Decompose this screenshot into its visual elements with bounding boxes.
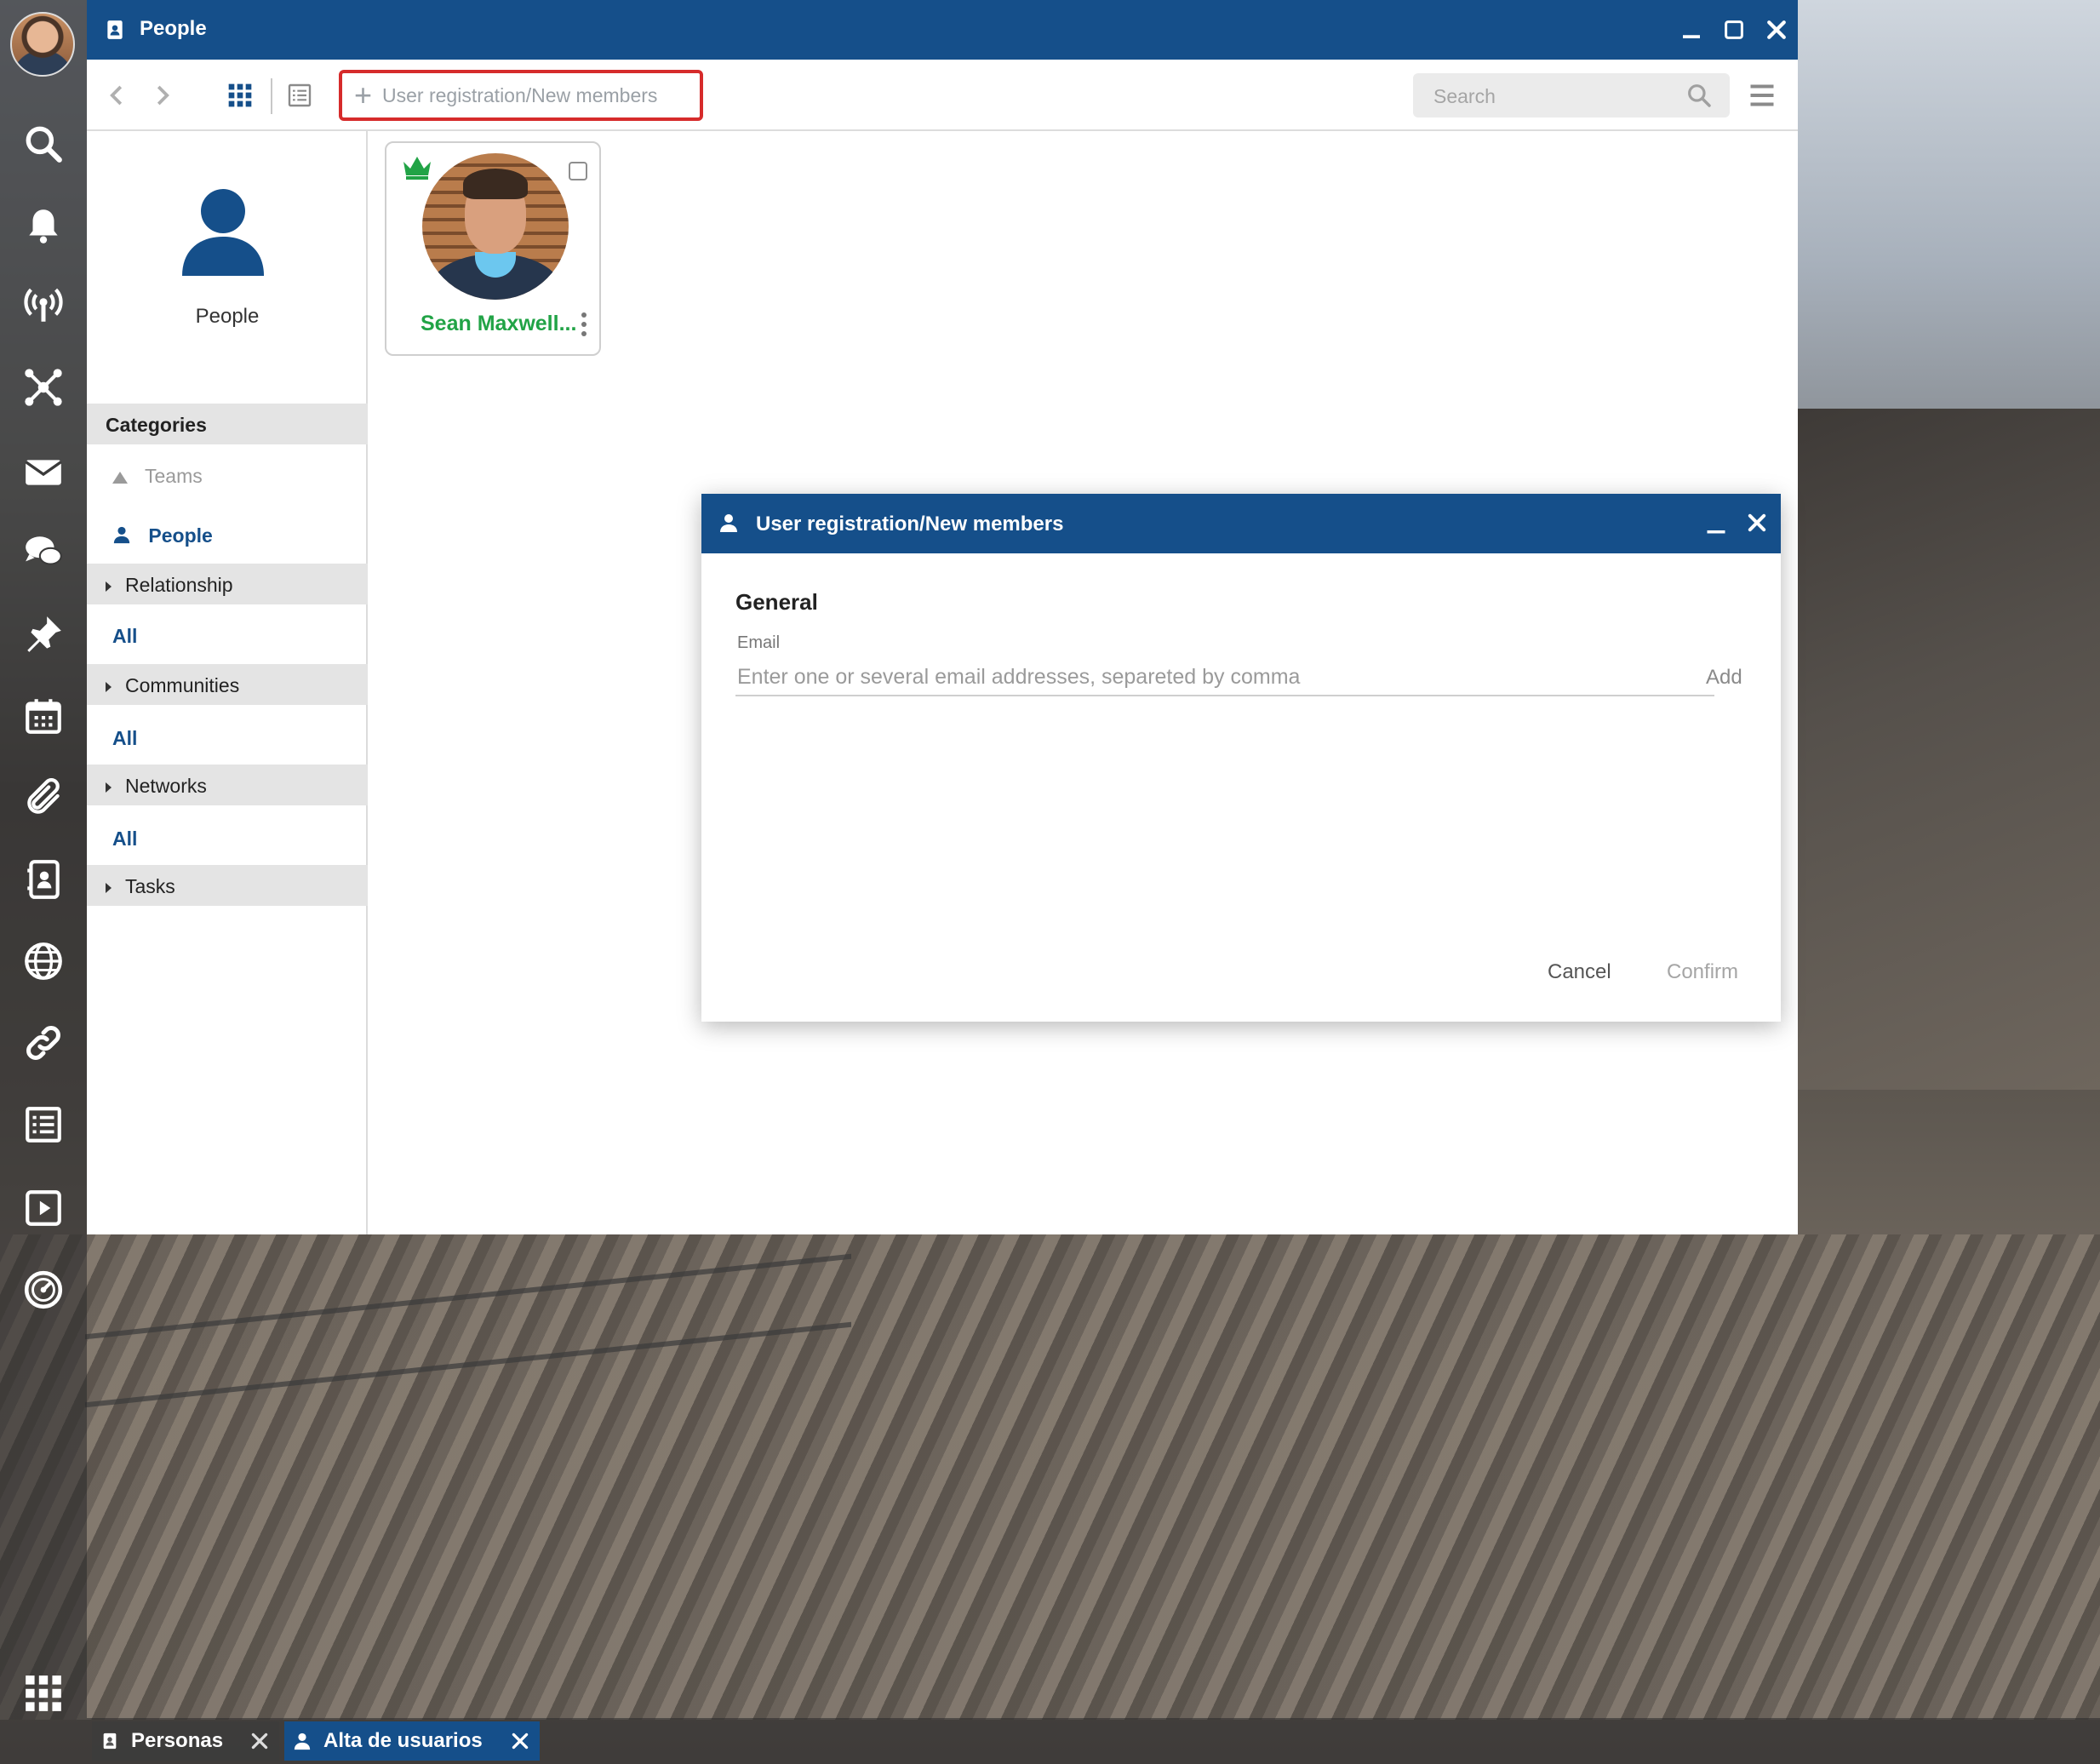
sidebar-item-all[interactable]: All <box>87 817 368 858</box>
window-titlebar[interactable]: People <box>87 0 1798 60</box>
person-name[interactable]: Sean Maxwell... <box>421 312 576 336</box>
search-placeholder: Search <box>1433 85 1496 107</box>
person-icon <box>180 187 266 279</box>
back-arrow-icon[interactable] <box>100 78 134 112</box>
sidebar-header-label: People <box>195 305 260 328</box>
globe-icon[interactable] <box>19 936 68 986</box>
sidebar-group-label: Networks <box>125 775 207 797</box>
maximize-icon[interactable] <box>1721 17 1747 43</box>
contacts-icon[interactable] <box>19 855 68 904</box>
close-icon[interactable] <box>509 1730 531 1752</box>
categories-header: Categories <box>87 404 368 444</box>
contacts-icon <box>100 1732 119 1750</box>
triangle-up-icon <box>112 471 128 484</box>
play-icon[interactable] <box>19 1183 68 1233</box>
registration-dialog: User registration/New members General Em… <box>701 494 1781 1022</box>
close-icon[interactable] <box>1745 511 1769 535</box>
close-icon[interactable] <box>1764 17 1789 43</box>
search-icon[interactable] <box>1685 82 1713 109</box>
background-sky <box>1796 0 2100 443</box>
sidebar: People Categories Teams People Relations… <box>87 131 368 1234</box>
grid-view-icon[interactable] <box>223 78 257 112</box>
person-icon <box>293 1732 312 1750</box>
email-field[interactable] <box>735 659 1714 696</box>
sidebar-item-teams[interactable]: Teams <box>87 455 368 495</box>
add-button[interactable]: Add <box>1706 666 1742 690</box>
cancel-button[interactable]: Cancel <box>1548 960 1611 984</box>
hamburger-menu-icon[interactable] <box>1747 80 1777 111</box>
apps-grid-icon[interactable] <box>19 1669 68 1718</box>
select-checkbox[interactable] <box>569 162 587 180</box>
more-options-icon[interactable] <box>581 312 587 337</box>
paperclip-icon[interactable] <box>19 773 68 822</box>
calendar-icon[interactable] <box>19 691 68 741</box>
search-input[interactable]: Search <box>1413 73 1730 117</box>
sidebar-group-label: Relationship <box>125 574 233 596</box>
sidebar-item-label: Teams <box>144 465 203 487</box>
toolbar-divider <box>271 78 272 114</box>
list-view-icon[interactable] <box>283 78 317 112</box>
caret-right-icon <box>106 782 112 793</box>
dialog-titlebar[interactable]: User registration/New members <box>701 494 1781 553</box>
mail-icon[interactable] <box>19 448 68 497</box>
network-icon[interactable] <box>19 363 68 412</box>
crown-icon <box>402 155 432 180</box>
new-members-button[interactable]: + User registration/New members <box>339 70 703 121</box>
sidebar-group-communities[interactable]: Communities <box>87 664 368 705</box>
new-members-label: User registration/New members <box>382 83 658 106</box>
plus-icon: + <box>354 77 373 112</box>
person-card[interactable]: Sean Maxwell... <box>385 141 601 356</box>
sidebar-group-relationship[interactable]: Relationship <box>87 564 368 604</box>
dialog-section-heading: General <box>735 589 818 615</box>
sidebar-group-label: Communities <box>125 674 240 696</box>
photo-hair <box>463 169 528 199</box>
forward-arrow-icon[interactable] <box>145 78 179 112</box>
sidebar-group-tasks[interactable]: Tasks <box>87 865 368 906</box>
contacts-icon <box>104 19 126 41</box>
search-icon[interactable] <box>19 119 68 169</box>
link-icon[interactable] <box>19 1018 68 1068</box>
caret-right-icon <box>106 882 112 893</box>
chat-icon[interactable] <box>19 528 68 577</box>
person-photo <box>422 153 569 300</box>
window-title: People <box>140 17 207 40</box>
toolbar: + User registration/New members Search <box>87 60 1798 131</box>
taskbar-item-alta-de-usuarios[interactable]: Alta de usuarios <box>284 1721 540 1761</box>
taskbar-item-label: Alta de usuarios <box>323 1729 483 1752</box>
caret-right-icon <box>106 581 112 592</box>
email-label: Email <box>737 633 781 652</box>
broadcast-icon[interactable] <box>19 281 68 330</box>
close-icon[interactable] <box>249 1730 271 1752</box>
sidebar-item-people[interactable]: People <box>87 514 368 555</box>
sidebar-group-label: Tasks <box>125 875 175 897</box>
confirm-button[interactable]: Confirm <box>1667 960 1738 984</box>
caret-right-icon <box>106 681 112 692</box>
left-dock <box>0 0 87 1764</box>
dashboard-icon[interactable] <box>19 1265 68 1314</box>
person-icon <box>112 525 131 549</box>
person-icon <box>718 513 739 533</box>
sidebar-item-label: People <box>148 524 213 547</box>
background-cliff <box>1796 409 2100 1090</box>
background-ground <box>0 1234 2100 1720</box>
user-avatar[interactable] <box>10 12 75 77</box>
dialog-title: User registration/New members <box>756 513 1064 536</box>
people-window: People + User registration/New members S… <box>87 0 1798 1234</box>
bell-icon[interactable] <box>19 201 68 250</box>
minimize-icon[interactable] <box>1679 17 1704 43</box>
taskbar: Personas Alta de usuarios <box>87 1718 2100 1764</box>
taskbar-item-label: Personas <box>131 1729 224 1752</box>
list-icon[interactable] <box>19 1100 68 1149</box>
sidebar-item-all[interactable]: All <box>87 615 368 656</box>
sidebar-item-all[interactable]: All <box>87 717 368 758</box>
pin-icon[interactable] <box>19 610 68 659</box>
sidebar-group-networks[interactable]: Networks <box>87 765 368 805</box>
minimize-icon[interactable] <box>1704 513 1728 536</box>
taskbar-item-personas[interactable]: Personas <box>92 1721 279 1761</box>
